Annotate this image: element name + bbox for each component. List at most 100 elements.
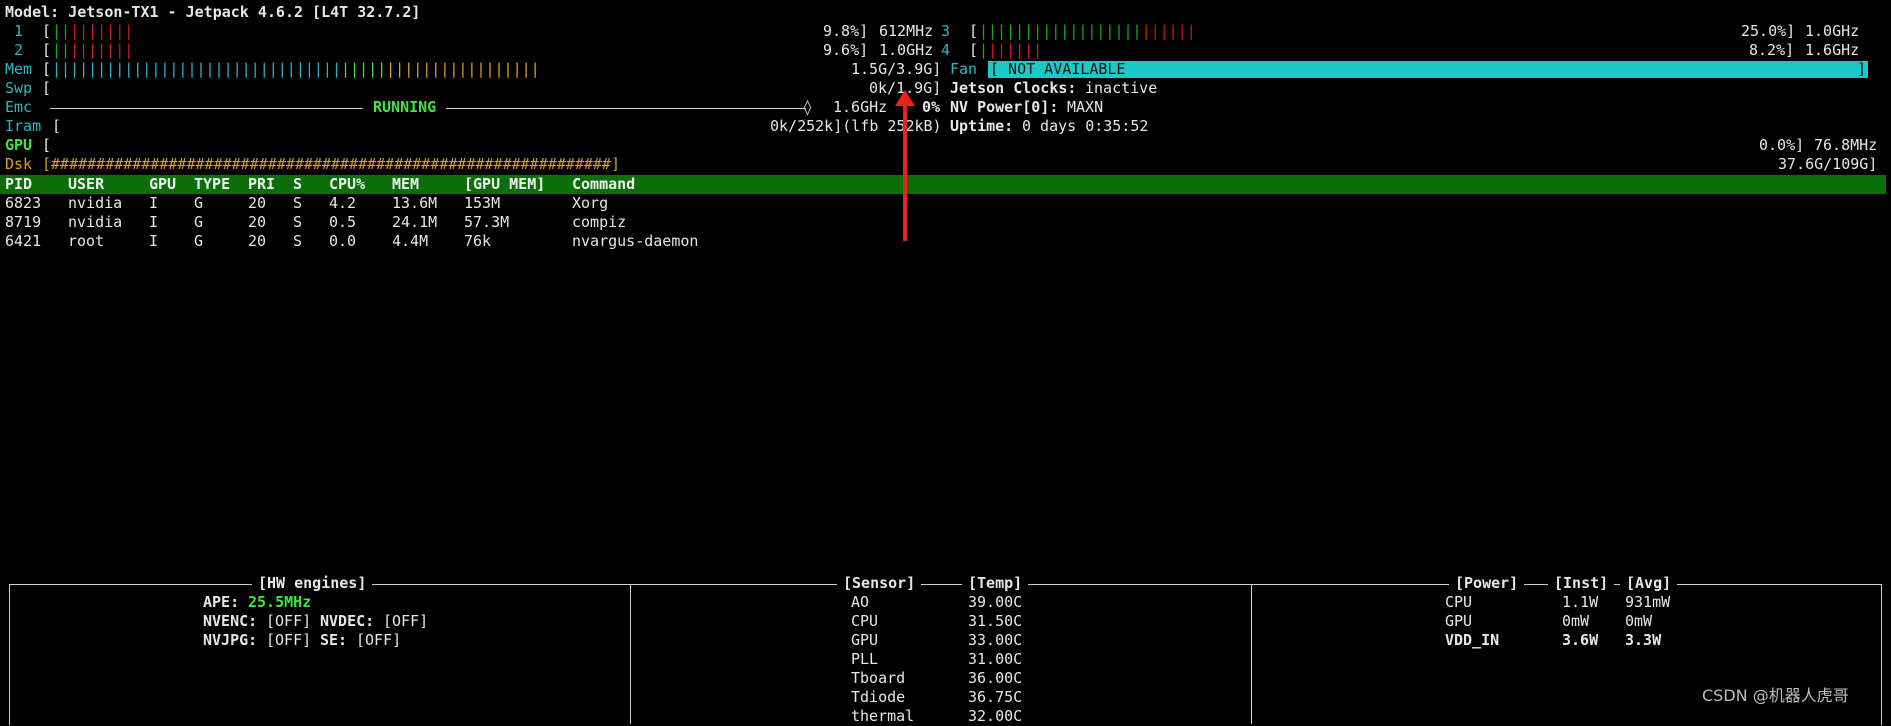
- sensor-temp: 33.00C: [968, 631, 1023, 649]
- cell-pid: 6823: [5, 194, 42, 212]
- cpu4-bar-open: [: [969, 41, 979, 59]
- cpu1-freq: 612MHz: [879, 22, 934, 40]
- cpu4-label: 4: [941, 41, 951, 59]
- cpu1-bar: |||||||||: [52, 22, 134, 40]
- nvdec-label: NVDEC:: [320, 612, 375, 630]
- emc-percent: 0%: [922, 98, 941, 116]
- cell-command: Xorg: [572, 194, 609, 212]
- cpu2-freq: 1.0GHz: [879, 41, 934, 59]
- cpu3-percent: 25.0%]: [1741, 22, 1796, 40]
- nv-power-label: NV Power[0]:: [950, 98, 1059, 116]
- panel-divider-1: [630, 584, 631, 724]
- power-name: CPU: [1445, 593, 1473, 611]
- ape-value: 25.5MHz: [248, 593, 312, 611]
- mem-bar-open: [: [42, 60, 52, 78]
- cell-gpu: I: [149, 194, 159, 212]
- swp-bar-open: [: [42, 79, 52, 97]
- col-cpu[interactable]: CPU%: [329, 175, 365, 194]
- cpu3-bar-open: [: [969, 22, 979, 40]
- power-avg: 3.3W: [1625, 631, 1662, 649]
- cell-mem: 24.1M: [392, 213, 438, 231]
- power-name: VDD_IN: [1445, 631, 1500, 649]
- dsk-value: 37.6G/109G]: [1778, 155, 1878, 173]
- cell-type: G: [194, 232, 204, 250]
- fan-status: [ NOT AVAILABLE: [990, 60, 1126, 78]
- power-avg: 0mW: [1625, 612, 1653, 630]
- cpu3-label: 3: [941, 22, 951, 40]
- cpu4-bar: |||||||: [979, 41, 1043, 59]
- col-command[interactable]: Command: [572, 175, 635, 194]
- cell-command: nvargus-daemon: [572, 232, 699, 250]
- nvdec-value: [OFF]: [383, 612, 429, 630]
- gpu-label: GPU: [5, 136, 33, 154]
- avg-title: [Avg]: [1620, 574, 1678, 593]
- cell-user: nvidia: [68, 194, 123, 212]
- sensor-name: Tboard: [851, 669, 906, 687]
- cell-state: S: [293, 194, 303, 212]
- emc-slider-handle: ◊: [803, 98, 813, 116]
- dsk-bar: [#######################################…: [42, 155, 620, 173]
- cell-gpu: I: [149, 213, 159, 231]
- cell-gpu-mem: 57.3M: [464, 213, 510, 231]
- col-gpu-mem[interactable]: [GPU MEM]: [464, 175, 545, 194]
- nvjpg-label: NVJPG:: [203, 631, 258, 649]
- sensor-name: AO: [851, 593, 870, 611]
- cell-mem: 13.6M: [392, 194, 438, 212]
- cell-type: G: [194, 194, 204, 212]
- uptime-label: Uptime:: [950, 117, 1014, 135]
- cpu2-bar: |||||||||: [52, 41, 134, 59]
- nvenc-value: [OFF]: [266, 612, 312, 630]
- cell-gpu-mem: 153M: [464, 194, 501, 212]
- sensor-name: Tdiode: [851, 688, 906, 706]
- sensor-name: thermal: [851, 707, 915, 725]
- jetson-clocks-value: inactive: [1085, 79, 1158, 97]
- ape-label: APE:: [203, 593, 240, 611]
- cell-cpu: 4.2: [329, 194, 357, 212]
- cell-pri: 20: [248, 213, 267, 231]
- col-gpu[interactable]: GPU: [149, 175, 176, 194]
- model-title: Model: Jetson-TX1 - Jetpack 4.6.2 [L4T 3…: [5, 3, 421, 21]
- col-pri[interactable]: PRI: [248, 175, 275, 194]
- col-user[interactable]: USER: [68, 175, 104, 194]
- nvjpg-value: [OFF]: [266, 631, 312, 649]
- col-type[interactable]: TYPE: [194, 175, 230, 194]
- cpu4-freq: 1.6GHz: [1805, 41, 1860, 59]
- sensor-temp: 36.00C: [968, 669, 1023, 687]
- emc-label: Emc: [5, 98, 33, 116]
- gpu-bar-open: [: [42, 136, 52, 154]
- cpu1-bar-open: [: [42, 22, 52, 40]
- iram-label: Iram: [5, 117, 42, 135]
- hw-engines-title: [HW engines]: [252, 574, 373, 593]
- inst-title: [Inst]: [1548, 574, 1615, 593]
- process-table-header: [0, 175, 1886, 194]
- col-state[interactable]: S: [293, 175, 302, 194]
- cell-user: root: [68, 232, 105, 250]
- col-pid[interactable]: PID: [5, 175, 32, 194]
- cpu2-bar-open: [: [42, 41, 52, 59]
- cell-gpu-mem: 76k: [464, 232, 492, 250]
- gpu-value: 0.0%]: [1759, 136, 1805, 154]
- power-title: [Power]: [1449, 574, 1525, 593]
- cell-pri: 20: [248, 232, 267, 250]
- nvenc-label: NVENC:: [203, 612, 258, 630]
- uptime-value: 0 days 0:35:52: [1022, 117, 1149, 135]
- cpu1-percent: 9.8%]: [823, 22, 869, 40]
- sensor-title: [Sensor]: [837, 574, 922, 593]
- mem-label: Mem: [5, 60, 33, 78]
- dsk-label: Dsk: [5, 155, 33, 173]
- emc-line-right: [446, 108, 806, 109]
- power-inst: 1.1W: [1562, 593, 1599, 611]
- cell-mem: 4.4M: [392, 232, 429, 250]
- sensor-name: GPU: [851, 631, 879, 649]
- jetson-clocks-label: Jetson Clocks:: [950, 79, 1077, 97]
- swp-label: Swp: [5, 79, 33, 97]
- nv-power-value: MAXN: [1067, 98, 1104, 116]
- cell-pid: 8719: [5, 213, 42, 231]
- col-mem[interactable]: MEM: [392, 175, 419, 194]
- cpu4-percent: 8.2%]: [1749, 41, 1795, 59]
- emc-line-left: [50, 108, 363, 109]
- watermark: CSDN @机器人虎哥: [1702, 686, 1849, 705]
- fan-status-bar: [ NOT AVAILABLE]: [988, 60, 1868, 78]
- sensor-temp: 31.00C: [968, 650, 1023, 668]
- se-value: [OFF]: [356, 631, 402, 649]
